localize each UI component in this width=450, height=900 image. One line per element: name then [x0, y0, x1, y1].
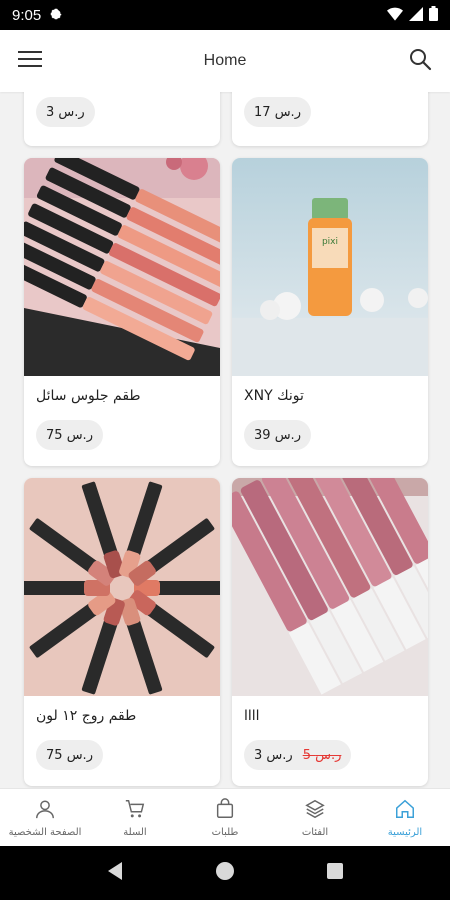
- signal-icon: [409, 6, 423, 25]
- product-card[interactable]: pixi تونك XNY 39 ر.س: [232, 158, 428, 466]
- layers-icon: [304, 798, 326, 823]
- svg-text:pixi: pixi: [322, 237, 338, 247]
- nav-categories[interactable]: الفئات: [270, 789, 360, 846]
- price-badge: 3 ر.س: [36, 97, 95, 127]
- status-bar: 9:05: [0, 0, 450, 30]
- price-badge: 3 ر.س 5 ر.س: [244, 740, 352, 770]
- search-icon[interactable]: [408, 47, 432, 75]
- recents-icon[interactable]: [326, 862, 344, 884]
- nav-orders[interactable]: طلبات: [180, 789, 270, 846]
- clock: 9:05: [12, 6, 42, 24]
- lipgloss-set-photo: [24, 158, 220, 376]
- product-card[interactable]: طقم روج ١٢ لون 75 ر.س: [24, 478, 220, 786]
- home-icon: [394, 798, 416, 823]
- price-badge: 75 ر.س: [36, 740, 103, 770]
- cart-icon: [124, 798, 146, 823]
- nav-profile[interactable]: الصفحة الشخصية: [0, 789, 90, 846]
- product-card[interactable]: 17 ر.س: [232, 92, 428, 146]
- nav-label: الصفحة الشخصية: [8, 826, 82, 838]
- nav-home[interactable]: الرئيسية: [360, 789, 450, 846]
- home-circle-icon[interactable]: [215, 861, 235, 885]
- toner-bottle-photo: pixi: [232, 158, 428, 376]
- product-name: اااا: [244, 708, 260, 724]
- nav-cart[interactable]: السلة: [90, 789, 180, 846]
- product-name: تونك XNY: [244, 388, 304, 404]
- product-card[interactable]: 3 ر.س: [24, 92, 220, 146]
- current-price: 3 ر.س: [254, 747, 293, 763]
- nav-label: الفئات: [301, 826, 329, 838]
- nav-label: طلبات: [211, 826, 239, 838]
- product-name: طقم جلوس سائل: [36, 388, 141, 404]
- nav-label: السلة: [123, 826, 147, 838]
- nav-label: الرئيسية: [387, 826, 423, 838]
- app-bar: Home: [0, 30, 450, 92]
- settings-gear-icon: [49, 6, 63, 25]
- product-card[interactable]: اااا 3 ر.س 5 ر.س: [232, 478, 428, 786]
- system-navigation-bar: [0, 846, 450, 900]
- menu-icon[interactable]: [18, 49, 42, 73]
- bottom-navigation: الصفحة الشخصية السلة طلبات الفئات الرئيس…: [0, 788, 450, 846]
- page-title: Home: [203, 52, 247, 69]
- old-price: 5 ر.س: [302, 747, 342, 763]
- back-icon[interactable]: [106, 861, 124, 885]
- product-grid: 3 ر.س 17 ر.س طقم جلوس سائل 75 ر.س pixi ت…: [0, 92, 450, 788]
- product-card[interactable]: طقم جلوس سائل 75 ر.س: [24, 158, 220, 466]
- price-badge: 75 ر.س: [36, 420, 103, 450]
- wifi-icon: [387, 6, 403, 25]
- pink-gloss-photo: [232, 478, 428, 696]
- battery-icon: [429, 5, 438, 25]
- person-icon: [34, 798, 56, 823]
- bag-icon: [214, 797, 236, 823]
- lipstick-circle-photo: [24, 478, 220, 696]
- price-badge: 39 ر.س: [244, 420, 311, 450]
- price-badge: 17 ر.س: [244, 97, 311, 127]
- product-name: طقم روج ١٢ لون: [36, 708, 137, 724]
